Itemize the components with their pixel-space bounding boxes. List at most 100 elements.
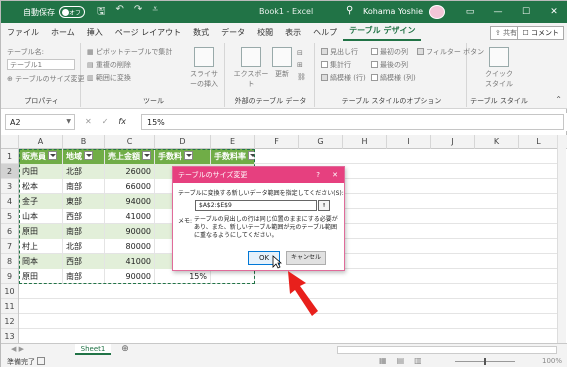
filter-dropdown-icon[interactable] bbox=[84, 151, 93, 160]
quick-styles-button[interactable]: クイック スタイル bbox=[481, 47, 517, 89]
row-header[interactable]: 5 bbox=[1, 209, 18, 224]
column-header[interactable]: B bbox=[63, 135, 105, 149]
remove-duplicates-button[interactable]: ▤ 重複の削除 bbox=[87, 60, 131, 70]
enter-icon[interactable]: ✓ bbox=[102, 117, 109, 126]
insert-slicer-button[interactable]: スライサーの挿入 bbox=[187, 47, 221, 89]
table-cell[interactable]: 北部 bbox=[63, 164, 105, 179]
table-cell[interactable]: 内田 bbox=[19, 164, 63, 179]
column-header[interactable]: I bbox=[387, 135, 431, 149]
column-header[interactable]: F bbox=[255, 135, 299, 149]
table-header-cell[interactable]: 販売員 bbox=[19, 149, 63, 164]
add-sheet-icon[interactable]: ⊕ bbox=[119, 344, 131, 355]
table-cell[interactable]: 原田 bbox=[19, 224, 63, 239]
banded-rows-checkbox[interactable]: 縞模様 (行) bbox=[321, 73, 366, 83]
range-input[interactable]: $A$2:$E$9 bbox=[195, 200, 317, 211]
column-header[interactable]: E bbox=[211, 135, 255, 149]
formula-input[interactable]: 15% bbox=[141, 114, 564, 130]
row-header[interactable]: 8 bbox=[1, 254, 18, 269]
tab-insert[interactable]: 挿入 bbox=[81, 27, 109, 38]
last-column-checkbox[interactable]: 最後の列 bbox=[371, 60, 408, 70]
tab-review[interactable]: 校閲 bbox=[251, 27, 279, 38]
tab-data[interactable]: データ bbox=[215, 27, 251, 38]
zoom-level[interactable]: 100% bbox=[542, 357, 562, 365]
table-cell[interactable]: 80000 bbox=[105, 239, 155, 254]
column-header[interactable]: H bbox=[343, 135, 387, 149]
horizontal-scrollbar[interactable] bbox=[337, 346, 557, 354]
minimize-icon[interactable]: — bbox=[484, 1, 512, 23]
ribbon-display-icon[interactable]: ▭ bbox=[456, 1, 484, 23]
tab-help[interactable]: ヘルプ bbox=[307, 27, 343, 38]
table-cell[interactable]: 南部 bbox=[63, 269, 105, 284]
row-header[interactable]: 12 bbox=[1, 314, 18, 329]
table-cell[interactable]: 金子 bbox=[19, 194, 63, 209]
table-cell[interactable]: 村上 bbox=[19, 239, 63, 254]
table-cell[interactable]: 90000 bbox=[105, 224, 155, 239]
table-cell[interactable]: 西部 bbox=[63, 254, 105, 269]
function-icon[interactable]: fx bbox=[118, 117, 126, 126]
avatar[interactable] bbox=[429, 5, 445, 19]
table-cell[interactable]: 西部 bbox=[63, 209, 105, 224]
column-header[interactable]: J bbox=[431, 135, 475, 149]
tab-view[interactable]: 表示 bbox=[279, 27, 307, 38]
row-header[interactable]: 1 bbox=[1, 149, 18, 164]
column-header[interactable]: C bbox=[105, 135, 155, 149]
tab-table-design[interactable]: テーブル デザイン bbox=[343, 23, 422, 41]
collapse-dialog-icon[interactable]: ⭱ bbox=[318, 200, 330, 211]
first-column-checkbox[interactable]: 最初の列 bbox=[371, 47, 408, 57]
name-box[interactable]: A2 ▼ bbox=[5, 114, 75, 130]
convert-range-button[interactable]: ▥ 範囲に変換 bbox=[87, 73, 131, 83]
column-header[interactable]: G bbox=[299, 135, 343, 149]
table-cell[interactable]: 岡本 bbox=[19, 254, 63, 269]
table-cell[interactable]: 南部 bbox=[63, 224, 105, 239]
total-row-checkbox[interactable]: 集計行 bbox=[321, 60, 351, 70]
redo-icon[interactable]: ↷ bbox=[134, 4, 142, 21]
undo-icon[interactable]: ↶ bbox=[116, 4, 124, 21]
table-header-cell[interactable]: 地域 bbox=[63, 149, 105, 164]
table-cell[interactable]: 41000 bbox=[105, 254, 155, 269]
header-row-checkbox[interactable]: 見出し行 bbox=[321, 47, 358, 57]
cancel-icon[interactable]: ✕ bbox=[85, 117, 92, 126]
row-header[interactable]: 7 bbox=[1, 239, 18, 254]
table-cell[interactable]: 松本 bbox=[19, 179, 63, 194]
user-name[interactable]: Kohama Yoshie bbox=[363, 7, 423, 16]
table-cell[interactable] bbox=[211, 269, 255, 284]
tab-home[interactable]: ホーム bbox=[45, 27, 81, 38]
macro-record-icon[interactable] bbox=[37, 357, 45, 365]
row-header[interactable]: 2 bbox=[1, 164, 18, 179]
filter-dropdown-icon[interactable] bbox=[184, 151, 193, 160]
close-icon[interactable]: ✕ bbox=[332, 167, 338, 183]
sheet-tab[interactable]: Sheet1 bbox=[75, 344, 111, 355]
column-header[interactable]: L bbox=[519, 135, 559, 149]
table-cell[interactable]: 東部 bbox=[63, 194, 105, 209]
table-header-cell[interactable]: 手数料率 bbox=[211, 149, 255, 164]
select-all-corner[interactable] bbox=[1, 135, 19, 149]
help-icon[interactable]: ? bbox=[316, 167, 320, 183]
page-break-view-icon[interactable]: ▥ bbox=[414, 356, 422, 365]
tab-file[interactable]: ファイル bbox=[1, 27, 45, 38]
table-cell[interactable]: 41000 bbox=[105, 209, 155, 224]
row-header[interactable]: 11 bbox=[1, 299, 18, 314]
column-header[interactable]: K bbox=[475, 135, 519, 149]
collapse-ribbon-icon[interactable]: ⌃ bbox=[555, 95, 562, 104]
table-cell[interactable]: 26000 bbox=[105, 164, 155, 179]
refresh-button[interactable]: 更新 bbox=[271, 47, 293, 79]
chevron-down-icon[interactable]: ▼ bbox=[66, 118, 71, 125]
table-name-input[interactable]: テーブル1 bbox=[7, 59, 75, 70]
table-header-cell[interactable]: 手数料 bbox=[155, 149, 211, 164]
pivot-button[interactable]: ▦ ピボットテーブルで集計 bbox=[87, 47, 172, 57]
table-cell[interactable]: 94000 bbox=[105, 194, 155, 209]
table-cell[interactable]: 原田 bbox=[19, 269, 63, 284]
filter-dropdown-icon[interactable] bbox=[142, 151, 151, 160]
row-header[interactable]: 6 bbox=[1, 224, 18, 239]
vertical-scrollbar[interactable] bbox=[557, 135, 566, 343]
export-button[interactable]: エクスポート bbox=[233, 47, 269, 89]
column-header[interactable]: D bbox=[155, 135, 211, 149]
autosave-toggle[interactable]: オフ bbox=[59, 6, 85, 18]
autosave[interactable]: 自動保存 オフ bbox=[23, 6, 85, 18]
tab-formulas[interactable]: 数式 bbox=[187, 27, 215, 38]
row-header[interactable]: 3 bbox=[1, 179, 18, 194]
unlink-icon[interactable]: ⛓ bbox=[297, 73, 306, 81]
filter-dropdown-icon[interactable] bbox=[248, 151, 254, 160]
table-header-cell[interactable]: 売上金額 bbox=[105, 149, 155, 164]
row-header[interactable]: 13 bbox=[1, 329, 18, 343]
